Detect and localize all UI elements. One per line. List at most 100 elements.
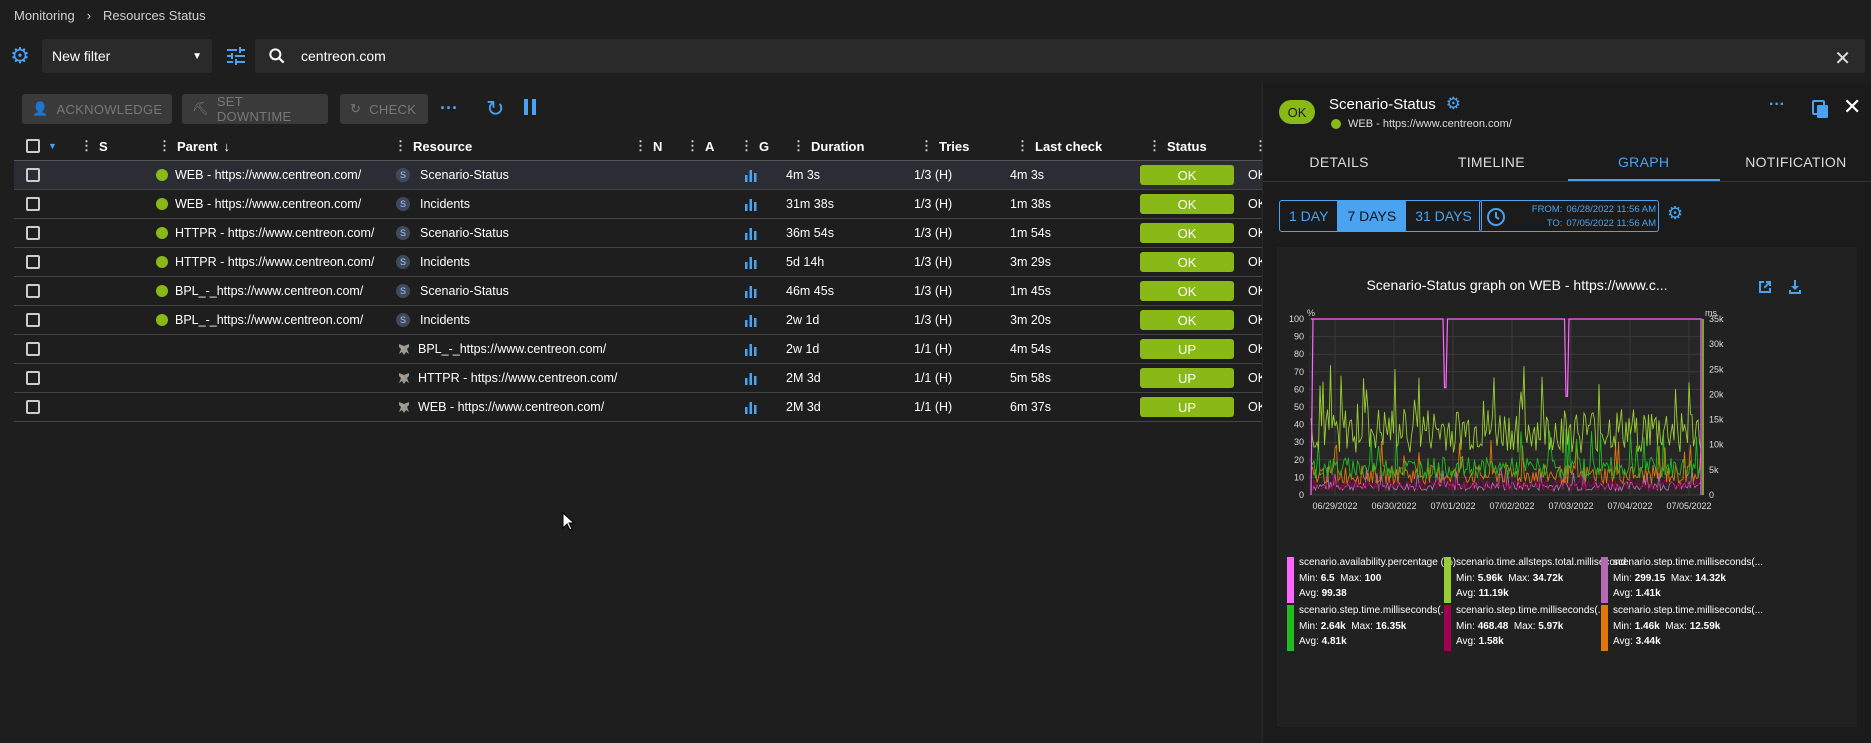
- gear-icon[interactable]: ⚙: [8, 44, 32, 68]
- column-duration[interactable]: ⋮ Duration: [792, 131, 864, 161]
- graph-icon[interactable]: [744, 364, 758, 392]
- resource-cell[interactable]: S Incidents: [396, 248, 636, 276]
- table-row[interactable]: WEB - https://www.centreon.com/ S Incide…: [14, 190, 1264, 219]
- row-checkbox[interactable]: [26, 248, 40, 276]
- parent-cell[interactable]: HTTPR - https://www.centreon.com/: [156, 219, 386, 247]
- tab-graph[interactable]: GRAPH: [1567, 144, 1720, 181]
- parent-cell[interactable]: WEB - https://www.centreon.com/: [156, 161, 386, 189]
- column-a[interactable]: ⋮ A: [686, 131, 714, 161]
- graph-icon[interactable]: [744, 190, 758, 218]
- legend-item[interactable]: scenario.availability.percentage (%) Min:…: [1287, 557, 1467, 603]
- graph-icon[interactable]: [744, 219, 758, 247]
- parent-cell[interactable]: [156, 335, 386, 363]
- column-status[interactable]: ⋮ Status: [1148, 131, 1207, 161]
- table-row[interactable]: BPL_-_https://www.centreon.com/ 2w 1d 1/…: [14, 335, 1264, 364]
- table-row[interactable]: WEB - https://www.centreon.com/ S Scenar…: [14, 161, 1264, 190]
- column-menu-icon[interactable]: ⋮: [792, 138, 805, 154]
- row-checkbox[interactable]: [26, 190, 40, 218]
- search-input[interactable]: centreon.com ✕: [255, 39, 1865, 73]
- resource-cell[interactable]: S Incidents: [396, 306, 636, 334]
- column-parent[interactable]: ⋮ Parent ↓: [158, 131, 230, 161]
- legend-item[interactable]: scenario.step.time.milliseconds(... Min: …: [1287, 605, 1467, 651]
- pause-icon[interactable]: [524, 99, 536, 115]
- resource-cell[interactable]: S Scenario-Status: [396, 277, 636, 305]
- graph-icon[interactable]: [744, 248, 758, 276]
- legend-item[interactable]: scenario.step.time.milliseconds(... Min: …: [1601, 557, 1781, 603]
- column-menu-icon[interactable]: ⋮: [394, 138, 407, 154]
- row-checkbox[interactable]: [26, 335, 40, 363]
- close-icon[interactable]: ✕: [1843, 94, 1861, 120]
- refresh-icon[interactable]: ↻: [486, 96, 504, 122]
- parent-cell[interactable]: BPL_-_https://www.centreon.com/: [156, 306, 386, 334]
- table-row[interactable]: HTTPR - https://www.centreon.com/ S Scen…: [14, 219, 1264, 248]
- row-checkbox[interactable]: [26, 219, 40, 247]
- copy-icon[interactable]: [1812, 100, 1830, 120]
- panel-subtitle[interactable]: WEB - https://www.centreon.com/: [1331, 118, 1512, 130]
- set-downtime-button[interactable]: ⛏ SET DOWNTIME: [182, 94, 328, 124]
- row-checkbox[interactable]: [26, 306, 40, 334]
- parent-cell[interactable]: WEB - https://www.centreon.com/: [156, 190, 386, 218]
- column-menu-icon[interactable]: ⋮: [158, 138, 171, 154]
- select-all-checkbox[interactable]: [26, 131, 40, 161]
- row-checkbox[interactable]: [26, 364, 40, 392]
- filter-select[interactable]: New filter ▼: [42, 39, 212, 73]
- resource-cell[interactable]: HTTPR - https://www.centreon.com/: [396, 364, 636, 392]
- column-menu-icon[interactable]: ⋮: [1148, 138, 1161, 154]
- tab-notification[interactable]: NOTIFICATION: [1720, 144, 1871, 181]
- graph-icon[interactable]: [744, 277, 758, 305]
- tab-timeline[interactable]: TIMELINE: [1415, 144, 1567, 181]
- table-row[interactable]: WEB - https://www.centreon.com/ 2M 3d 1/…: [14, 393, 1264, 422]
- column-g[interactable]: ⋮ G: [740, 131, 769, 161]
- legend-item[interactable]: scenario.step.time.milliseconds(... Min: …: [1444, 605, 1624, 651]
- column-menu-icon[interactable]: ⋮: [1016, 138, 1029, 154]
- date-range-picker[interactable]: FROM: 06/28/2022 11:56 AM TO: 07/05/2022 1…: [1479, 200, 1659, 232]
- column-tries[interactable]: ⋮ Tries: [920, 131, 969, 161]
- legend-item[interactable]: scenario.time.allsteps.total.millisecond…: [1444, 557, 1626, 603]
- range-7-days[interactable]: 7 DAYS: [1338, 201, 1407, 231]
- column-menu-icon[interactable]: ⋮: [686, 138, 699, 154]
- row-checkbox[interactable]: [26, 277, 40, 305]
- parent-cell[interactable]: HTTPR - https://www.centreon.com/: [156, 248, 386, 276]
- row-checkbox[interactable]: [26, 393, 40, 421]
- parent-cell[interactable]: BPL_-_https://www.centreon.com/: [156, 277, 386, 305]
- table-row[interactable]: BPL_-_https://www.centreon.com/ S Incide…: [14, 306, 1264, 335]
- download-icon[interactable]: [1787, 278, 1803, 294]
- open-external-icon[interactable]: [1757, 279, 1773, 295]
- breadcrumb-monitoring[interactable]: Monitoring: [14, 8, 75, 23]
- table-row[interactable]: HTTPR - https://www.centreon.com/ S Inci…: [14, 248, 1264, 277]
- gear-icon[interactable]: ⚙: [1446, 94, 1461, 114]
- parent-cell[interactable]: [156, 364, 386, 392]
- graph-icon[interactable]: [744, 306, 758, 334]
- check-button[interactable]: ↻ CHECK: [340, 94, 428, 124]
- range-31-days[interactable]: 31 DAYS: [1406, 201, 1481, 231]
- resource-cell[interactable]: S Scenario-Status: [396, 161, 636, 189]
- column-n[interactable]: ⋮ N: [634, 131, 662, 161]
- table-row[interactable]: BPL_-_https://www.centreon.com/ S Scenar…: [14, 277, 1264, 306]
- acknowledge-button[interactable]: 👤 ACKNOWLEDGE: [22, 94, 172, 124]
- column-menu-icon[interactable]: ⋮: [740, 138, 753, 154]
- resource-cell[interactable]: S Incidents: [396, 190, 636, 218]
- more-icon[interactable]: ···: [1769, 96, 1785, 114]
- column-s[interactable]: ⋮ S: [80, 131, 108, 161]
- resource-cell[interactable]: WEB - https://www.centreon.com/: [396, 393, 636, 421]
- column-resource[interactable]: ⋮ Resource: [394, 131, 472, 161]
- row-checkbox[interactable]: [26, 161, 40, 189]
- range-1-day[interactable]: 1 DAY: [1280, 201, 1339, 231]
- graph-icon[interactable]: [744, 161, 758, 189]
- column-menu-icon[interactable]: ⋮: [634, 138, 647, 154]
- column-menu-icon[interactable]: ⋮: [920, 138, 933, 154]
- resource-cell[interactable]: BPL_-_https://www.centreon.com/: [396, 335, 636, 363]
- parent-cell[interactable]: [156, 393, 386, 421]
- tab-details[interactable]: DETAILS: [1263, 144, 1415, 181]
- more-actions-icon[interactable]: ···: [440, 98, 458, 119]
- graph-icon[interactable]: [744, 335, 758, 363]
- column-menu-icon[interactable]: ⋮: [80, 138, 93, 154]
- gear-icon[interactable]: ⚙: [1667, 203, 1683, 224]
- graph-icon[interactable]: [744, 393, 758, 421]
- legend-item[interactable]: scenario.step.time.milliseconds(... Min: …: [1601, 605, 1781, 651]
- breadcrumb-resources-status[interactable]: Resources Status: [103, 8, 206, 23]
- table-row[interactable]: HTTPR - https://www.centreon.com/ 2M 3d …: [14, 364, 1264, 393]
- tune-icon[interactable]: [224, 44, 248, 68]
- column-last-check[interactable]: ⋮ Last check: [1016, 131, 1102, 161]
- caret-down-icon[interactable]: ▼: [48, 131, 57, 161]
